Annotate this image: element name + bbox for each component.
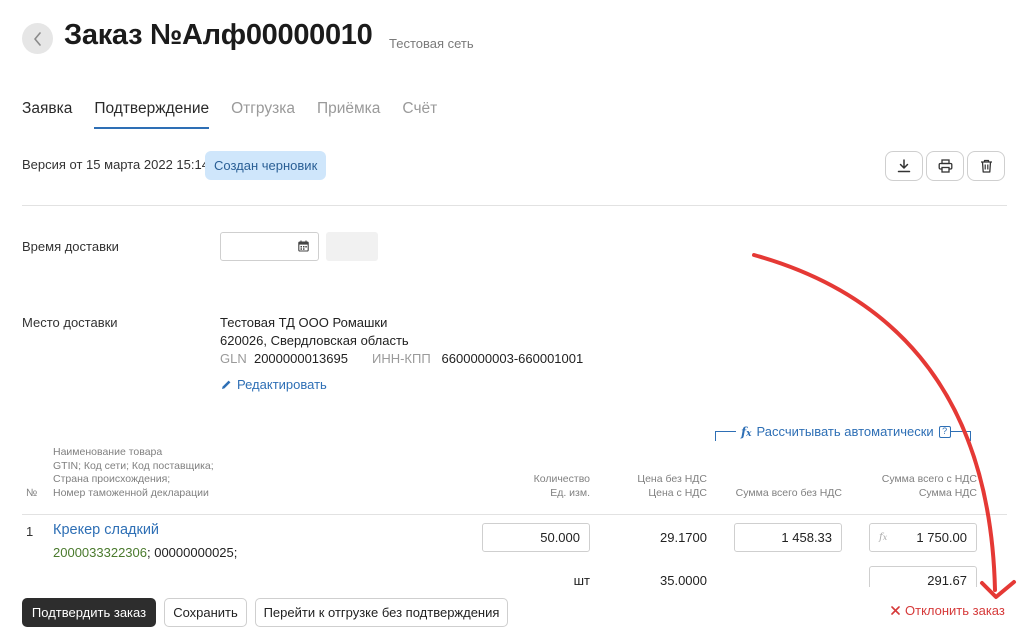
calendar-icon bbox=[298, 240, 309, 252]
sum-vat-value: 1 750.00 bbox=[916, 530, 967, 545]
trash-icon bbox=[980, 159, 992, 173]
col-header-price-line: Цена с НДС bbox=[648, 486, 707, 499]
chevron-left-icon bbox=[33, 31, 41, 46]
price-vat: 35.0000 bbox=[660, 573, 707, 588]
download-icon bbox=[897, 159, 911, 173]
page-subtitle: Тестовая сеть bbox=[389, 36, 474, 51]
col-header-sum-vat-line: Сумма всего с НДС bbox=[881, 473, 977, 485]
auto-calc-toggle[interactable]: fx Рассчитывать автоматически ? bbox=[741, 424, 951, 439]
tab-request[interactable]: Заявка bbox=[22, 100, 72, 128]
print-button[interactable] bbox=[926, 151, 964, 181]
col-header-name: Наименование товара GTIN; Код сети; Код … bbox=[53, 446, 214, 500]
version-text: Версия от 15 марта 2022 15:14 bbox=[22, 157, 209, 172]
tab-invoice[interactable]: Счёт bbox=[402, 100, 437, 128]
edit-address-label: Редактировать bbox=[237, 377, 327, 392]
tabs: Заявка Подтверждение Отгрузка Приёмка Сч… bbox=[22, 100, 459, 129]
delivery-time-label: Время доставки bbox=[22, 239, 119, 254]
product-codes: 2000033322306; 00000000025; bbox=[53, 545, 237, 560]
tab-shipment[interactable]: Отгрузка bbox=[231, 100, 295, 128]
divider bbox=[22, 205, 1007, 206]
inn-label: ИНН-КПП bbox=[371, 351, 431, 366]
confirm-order-button[interactable]: Подтвердить заказ bbox=[22, 598, 156, 627]
close-icon bbox=[891, 606, 900, 615]
col-header-quantity-line: Количество bbox=[533, 473, 590, 485]
price-no-vat: 29.1700 bbox=[660, 530, 707, 545]
printer-icon bbox=[938, 159, 952, 173]
skip-confirmation-button[interactable]: Перейти к отгрузке без подтверждения bbox=[255, 598, 508, 627]
tab-confirmation[interactable]: Подтверждение bbox=[94, 100, 209, 129]
delivery-place-name: Тестовая ТД ООО Ромашки bbox=[220, 315, 388, 330]
pencil-icon bbox=[222, 380, 231, 389]
product-gtin: 2000033322306 bbox=[53, 545, 147, 560]
product-codes-rest: ; 00000000025; bbox=[147, 545, 238, 560]
gln-label: GLN bbox=[220, 351, 247, 366]
col-header-price: Цена без НДС Цена с НДС bbox=[610, 473, 707, 500]
back-button[interactable] bbox=[22, 23, 53, 54]
delete-button[interactable] bbox=[967, 151, 1005, 181]
table-header-divider bbox=[22, 514, 1007, 515]
sum-no-vat-input[interactable]: 1 458.33 bbox=[734, 523, 842, 552]
download-button[interactable] bbox=[885, 151, 923, 181]
save-button[interactable]: Сохранить bbox=[164, 598, 247, 627]
auto-calc-bracket-left bbox=[715, 431, 736, 441]
col-header-name-line: Наименование товара bbox=[53, 446, 163, 458]
edit-address-link[interactable]: Редактировать bbox=[221, 377, 327, 392]
tab-acceptance[interactable]: Приёмка bbox=[317, 100, 380, 128]
delivery-time-input[interactable] bbox=[326, 232, 378, 261]
quantity-input[interactable]: 50.000 bbox=[482, 523, 590, 552]
row-number: 1 bbox=[26, 524, 34, 539]
col-header-sum-vat: Сумма всего с НДС Сумма НДС bbox=[860, 473, 977, 500]
col-header-quantity-line: Ед. изм. bbox=[550, 486, 590, 499]
reject-order-link[interactable]: Отклонить заказ bbox=[891, 603, 1005, 618]
product-name-link[interactable]: Крекер сладкий bbox=[53, 522, 159, 538]
page-title: Заказ №Алф00000010 bbox=[64, 19, 373, 51]
col-header-price-line: Цена без НДС bbox=[637, 473, 707, 485]
delivery-date-input[interactable] bbox=[220, 232, 319, 261]
col-header-num: № bbox=[26, 487, 38, 499]
delivery-place-address: 620026, Свердловская область bbox=[220, 333, 409, 348]
status-badge: Создан черновик bbox=[205, 151, 327, 180]
help-icon[interactable]: ? bbox=[938, 425, 951, 438]
col-header-name-line: GTIN; Код сети; Код поставщика; bbox=[53, 459, 214, 472]
auto-calc-bracket-right bbox=[950, 431, 971, 441]
fx-icon: fx bbox=[741, 424, 752, 439]
inn-value: 6600000003-660001001 bbox=[441, 351, 584, 366]
unit: шт bbox=[573, 573, 590, 588]
col-header-sum-no-vat: Сумма всего без НДС bbox=[735, 487, 842, 499]
delivery-place-ids: GLN 2000000013695 ИНН-КПП 6600000003-6600… bbox=[220, 351, 583, 366]
col-header-quantity: Количество Ед. изм. bbox=[500, 473, 590, 500]
delivery-place-label: Место доставки bbox=[22, 315, 118, 330]
sum-vat-input[interactable]: fx 1 750.00 bbox=[869, 523, 977, 552]
fx-icon: fx bbox=[879, 532, 888, 543]
col-header-name-line: Страна происхождения; bbox=[53, 473, 171, 485]
gln-value: 2000000013695 bbox=[253, 351, 348, 366]
col-header-sum-vat-line: Сумма НДС bbox=[918, 486, 977, 499]
col-header-name-line: Номер таможенной декларации bbox=[53, 486, 209, 499]
auto-calc-label: Рассчитывать автоматически bbox=[756, 424, 934, 439]
reject-order-label: Отклонить заказ bbox=[905, 603, 1005, 618]
